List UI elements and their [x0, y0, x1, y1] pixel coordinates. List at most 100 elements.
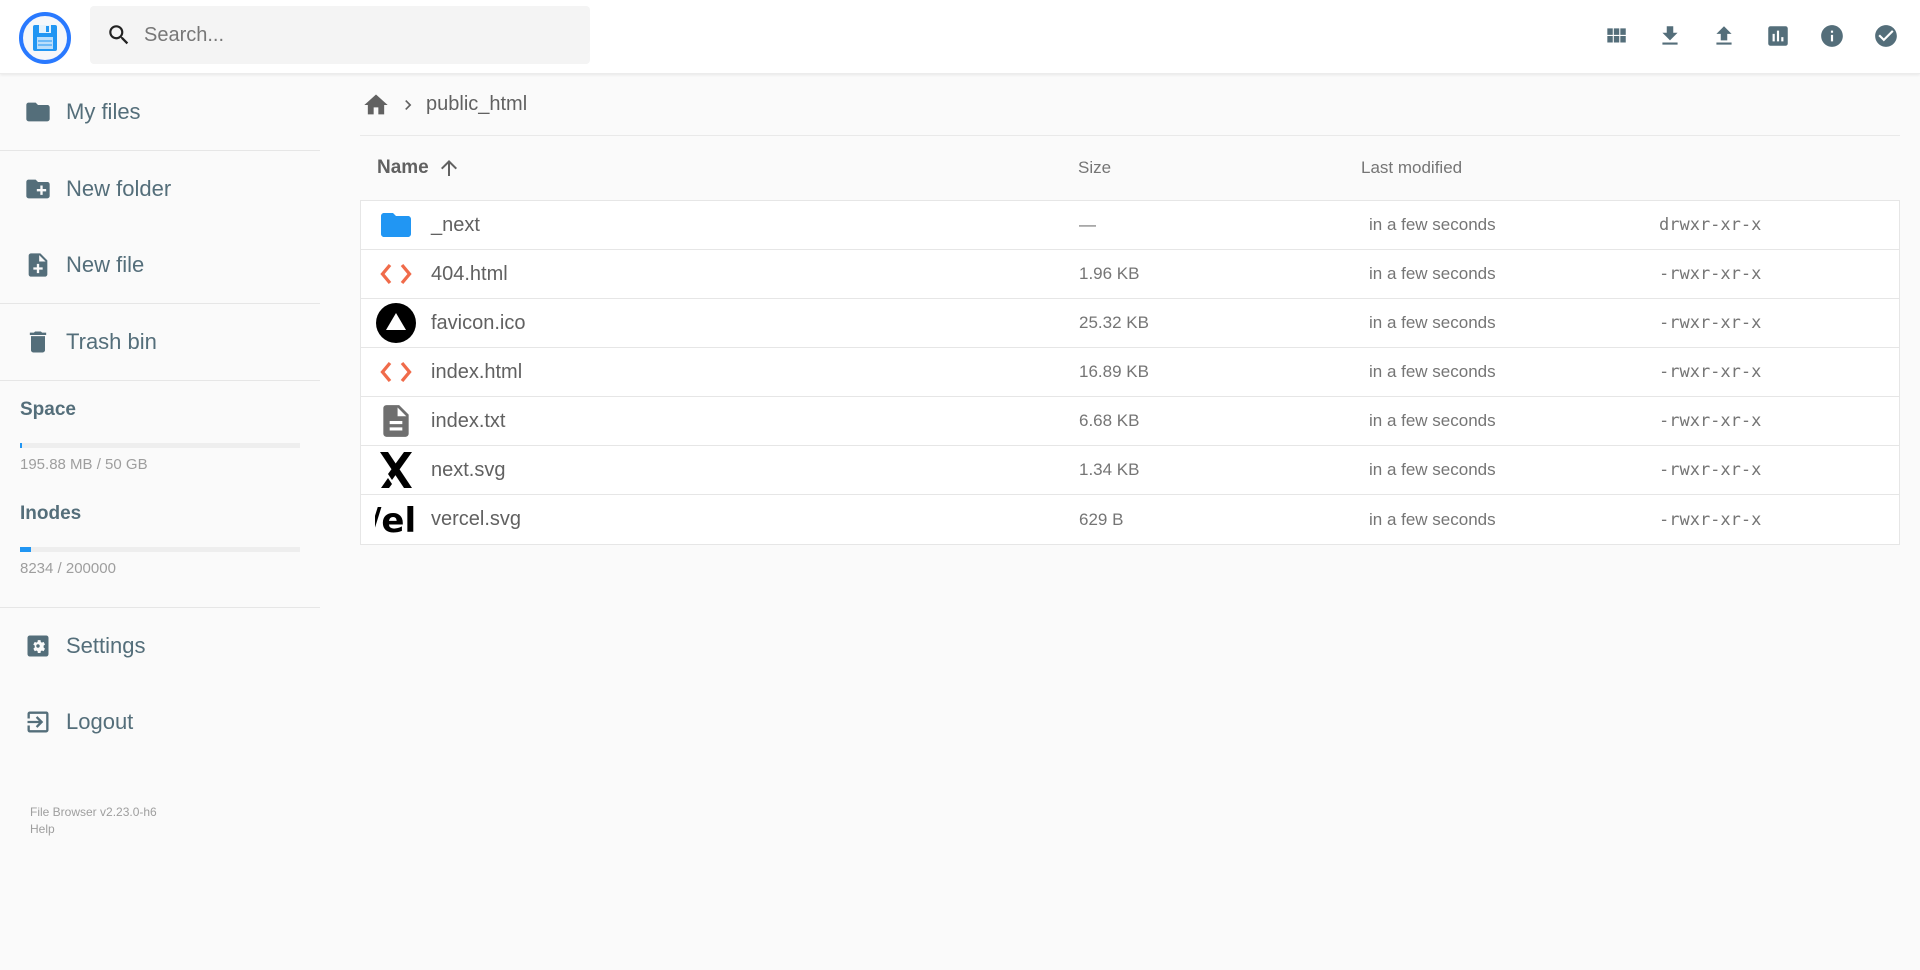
folder-icon	[26, 102, 50, 122]
file-row[interactable]: next.svg 1.34 KB in a few seconds -rwxr-…	[361, 446, 1899, 495]
file-name: index.html	[431, 360, 523, 383]
file-name: _next	[431, 213, 480, 236]
inodes-usage-text: 8234 / 200000	[20, 560, 116, 577]
sidebar-item-new-file[interactable]: New file	[0, 227, 320, 303]
file-name: 404.html	[431, 262, 508, 285]
sidebar-item-label: Logout	[66, 709, 134, 734]
help-link[interactable]: Help	[30, 821, 157, 838]
column-header-name[interactable]: Name	[360, 156, 1071, 180]
file-plus-icon	[28, 253, 48, 277]
file-name: vercel.svg	[431, 508, 522, 530]
file-row[interactable]: /el vercel.svg 629 B in a few seconds -r…	[361, 495, 1899, 544]
icon-cell	[361, 446, 431, 494]
folder-icon	[381, 213, 411, 237]
breadcrumb-item[interactable]: public_html	[426, 93, 527, 116]
icon-cell	[361, 397, 431, 445]
info-button[interactable]	[1812, 13, 1852, 59]
file-row[interactable]: favicon.ico 25.32 KB in a few seconds -r…	[361, 299, 1899, 348]
search-input[interactable]	[144, 23, 564, 47]
file-modified: in a few seconds	[1369, 264, 1496, 283]
file-permissions: -rwxr-xr-x	[1659, 362, 1762, 382]
sidebar-item-new-folder[interactable]: New folder	[0, 151, 320, 227]
file-row[interactable]: index.html 16.89 KB in a few seconds -rw…	[361, 348, 1899, 397]
search-bar[interactable]	[90, 6, 590, 64]
disk-usage-button[interactable]	[1758, 13, 1798, 59]
file-size: 1.96 KB	[1079, 264, 1140, 283]
file-name: index.txt	[431, 409, 506, 432]
file-size: 629 B	[1079, 509, 1124, 529]
download-button[interactable]	[1650, 13, 1690, 59]
file-modified: in a few seconds	[1369, 362, 1496, 381]
space-progress-bar	[20, 443, 300, 448]
icon-cell	[361, 250, 431, 298]
grid-icon	[1607, 28, 1626, 43]
space-progress-fill	[20, 443, 23, 448]
select-button[interactable]	[1866, 13, 1906, 59]
file-permissions: -rwxr-xr-x	[1659, 264, 1762, 284]
code-icon	[380, 361, 412, 383]
inodes-label: Inodes	[20, 503, 82, 524]
header-actions	[1596, 13, 1906, 59]
file-permissions: -rwxr-xr-x	[1659, 460, 1762, 480]
main-content: public_html Name Size Last modified _nex…	[360, 74, 1900, 545]
sidebar-item-label: Settings	[66, 633, 146, 658]
app-logo[interactable]	[19, 12, 71, 64]
file-name: next.svg	[431, 458, 506, 481]
column-header-modified[interactable]: Last modified	[1361, 158, 1651, 178]
text-file-icon	[383, 405, 409, 437]
chevron-right-icon	[405, 99, 412, 110]
floppy-disk-icon	[33, 25, 57, 51]
file-size: 1.34 KB	[1079, 460, 1140, 479]
file-modified: in a few seconds	[1369, 313, 1496, 332]
grid-view-button[interactable]	[1596, 13, 1636, 59]
sidebar-item-label: New file	[66, 252, 145, 277]
version-text[interactable]: File Browser v2.23.0-h6	[30, 804, 157, 821]
svg-text:/el: /el	[375, 501, 416, 540]
sidebar-item-logout[interactable]: Logout	[0, 684, 320, 760]
home-icon[interactable]	[362, 91, 390, 119]
inodes-progress-bar	[20, 547, 300, 552]
next-logo-icon	[380, 452, 412, 488]
check-circle-icon	[1875, 25, 1897, 47]
icon-cell	[361, 299, 431, 347]
logout-icon	[27, 711, 49, 733]
file-modified: in a few seconds	[1369, 215, 1496, 234]
sidebar-item-trash-bin[interactable]: Trash bin	[0, 304, 320, 380]
file-row[interactable]: _next — in a few seconds drwxr-xr-x	[361, 201, 1899, 250]
settings-icon	[27, 635, 49, 657]
file-permissions: -rwxr-xr-x	[1659, 313, 1762, 333]
file-permissions: -rwxr-xr-x	[1659, 509, 1762, 530]
bar-chart-icon	[1768, 26, 1788, 46]
file-row[interactable]: 404.html 1.96 KB in a few seconds -rwxr-…	[361, 250, 1899, 299]
search-icon	[109, 25, 129, 45]
column-label: Last modified	[1361, 158, 1463, 177]
sidebar-item-settings[interactable]: Settings	[0, 608, 320, 684]
credits: File Browser v2.23.0-h6 Help	[30, 804, 157, 838]
code-icon	[380, 263, 412, 285]
icon-cell: /el	[361, 496, 431, 544]
space-usage-text: 195.88 MB / 50 GB	[20, 456, 148, 473]
icon-cell	[361, 201, 431, 249]
inodes-progress-fill	[20, 547, 32, 552]
space-label: Space	[20, 399, 76, 420]
quota-section: Space 195.88 MB / 50 GB Inodes 8234 / 20…	[0, 381, 320, 577]
file-modified: in a few seconds	[1369, 460, 1496, 479]
sidebar: My files New folder New file Trash bin S…	[0, 74, 320, 970]
sidebar-item-label: My files	[66, 99, 141, 124]
arrow-up-icon	[440, 160, 457, 176]
file-size: 6.68 KB	[1079, 411, 1140, 430]
upload-icon	[1716, 26, 1732, 45]
sidebar-item-label: Trash bin	[66, 329, 157, 354]
file-size: —	[1079, 215, 1096, 234]
file-size: 16.89 KB	[1079, 362, 1149, 381]
file-row[interactable]: index.txt 6.68 KB in a few seconds -rwxr…	[361, 397, 1899, 446]
vercel-triangle-icon	[376, 303, 416, 343]
column-header-size[interactable]: Size	[1071, 158, 1361, 178]
trash-icon	[29, 331, 47, 353]
file-list: _next — in a few seconds drwxr-xr-x 404.…	[360, 200, 1900, 545]
file-modified: in a few seconds	[1369, 411, 1496, 430]
folder-plus-icon	[26, 179, 50, 199]
file-permissions: -rwxr-xr-x	[1659, 411, 1762, 431]
sidebar-item-my-files[interactable]: My files	[0, 74, 320, 150]
upload-button[interactable]	[1704, 13, 1744, 59]
